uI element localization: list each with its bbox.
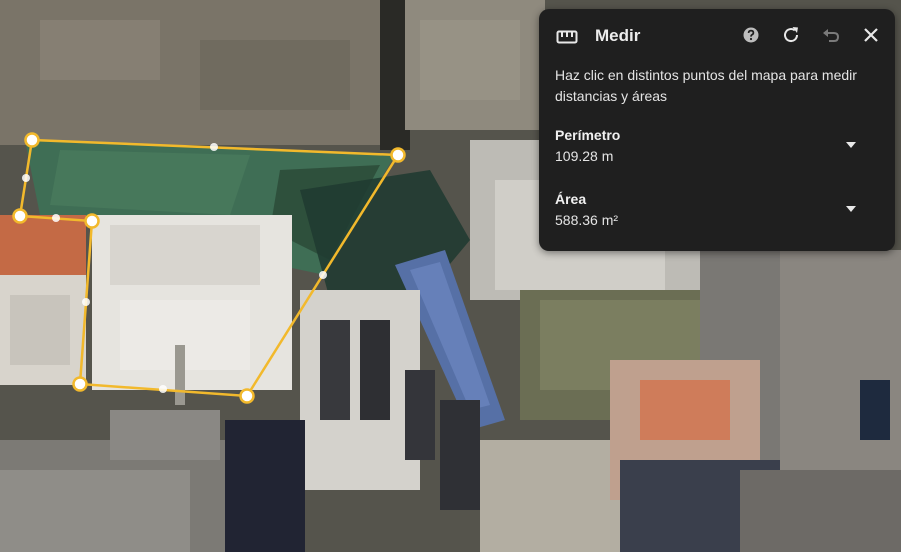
perimeter-label: Perímetro [555, 127, 621, 143]
area-label: Área [555, 191, 587, 207]
reset-icon [781, 25, 801, 50]
measure-panel: Medir Haz clic en distintos puntos del m… [539, 9, 895, 251]
chevron-down-icon[interactable] [841, 199, 861, 219]
perimeter-row[interactable]: Perímetro 109.28 m [539, 125, 895, 171]
measure-instructions: Haz clic en distintos puntos del mapa pa… [555, 67, 857, 104]
close-icon [862, 26, 880, 49]
measure-panel-header: Medir [539, 9, 895, 65]
area-row[interactable]: Área 588.36 m² [539, 189, 895, 235]
help-icon [742, 26, 760, 49]
panel-title: Medir [595, 26, 641, 45]
reset-button[interactable] [778, 24, 804, 50]
undo-button[interactable] [818, 24, 844, 50]
help-button[interactable] [738, 24, 764, 50]
undo-icon [821, 25, 841, 50]
chevron-down-icon[interactable] [841, 135, 861, 155]
perimeter-value: 109.28 m [555, 148, 614, 164]
area-value: 588.36 m² [555, 212, 619, 228]
close-button[interactable] [858, 24, 884, 50]
ruler-icon [556, 28, 578, 46]
